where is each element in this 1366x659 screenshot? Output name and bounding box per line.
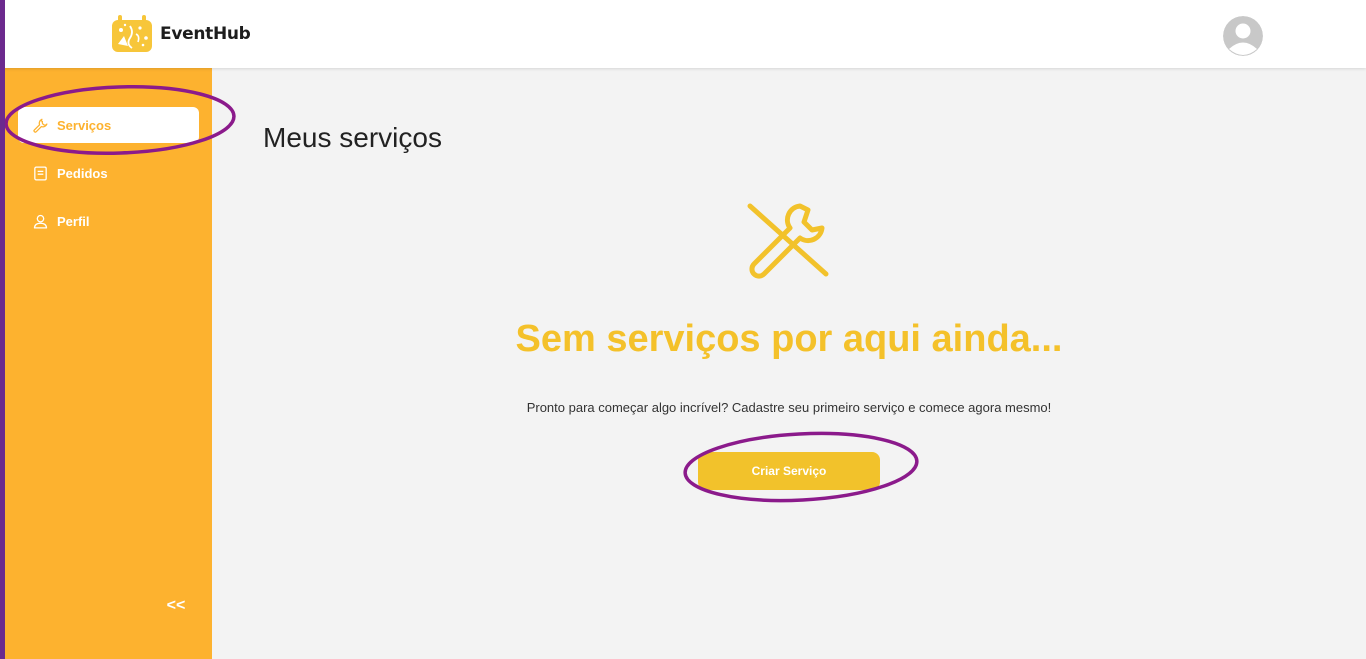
main-content: Meus serviços Sem serviços por aqui aind… bbox=[212, 68, 1366, 659]
brand-logo[interactable]: EventHub bbox=[110, 14, 251, 54]
window-left-border bbox=[0, 0, 5, 659]
create-service-button[interactable]: Criar Serviço bbox=[698, 452, 880, 490]
party-calendar-icon bbox=[112, 15, 152, 52]
sidebar: Serviços Pedidos Perfil << bbox=[0, 68, 212, 659]
user-avatar-icon[interactable] bbox=[1223, 16, 1263, 56]
sidebar-item-perfil[interactable]: Perfil bbox=[18, 203, 199, 239]
top-bar: EventHub bbox=[0, 0, 1366, 68]
sidebar-item-pedidos[interactable]: Pedidos bbox=[18, 155, 199, 191]
empty-state-heading: Sem serviços por aqui ainda... bbox=[515, 318, 1063, 360]
page-title: Meus serviços bbox=[263, 122, 442, 153]
empty-state-description: Pronto para começar algo incrível? Cadas… bbox=[526, 400, 1052, 415]
sidebar-item-label: Pedidos bbox=[57, 165, 108, 181]
receipt-icon bbox=[34, 165, 47, 181]
collapse-sidebar-button[interactable]: << bbox=[164, 596, 188, 616]
user-icon bbox=[33, 214, 48, 229]
sidebar-item-label: Serviços bbox=[57, 117, 112, 133]
brand-name: EventHub bbox=[160, 24, 251, 44]
sidebar-item-servicos[interactable]: Serviços bbox=[18, 107, 199, 143]
sidebar-item-label: Perfil bbox=[57, 213, 90, 229]
tools-icon bbox=[747, 203, 829, 279]
wrench-icon bbox=[33, 118, 48, 133]
